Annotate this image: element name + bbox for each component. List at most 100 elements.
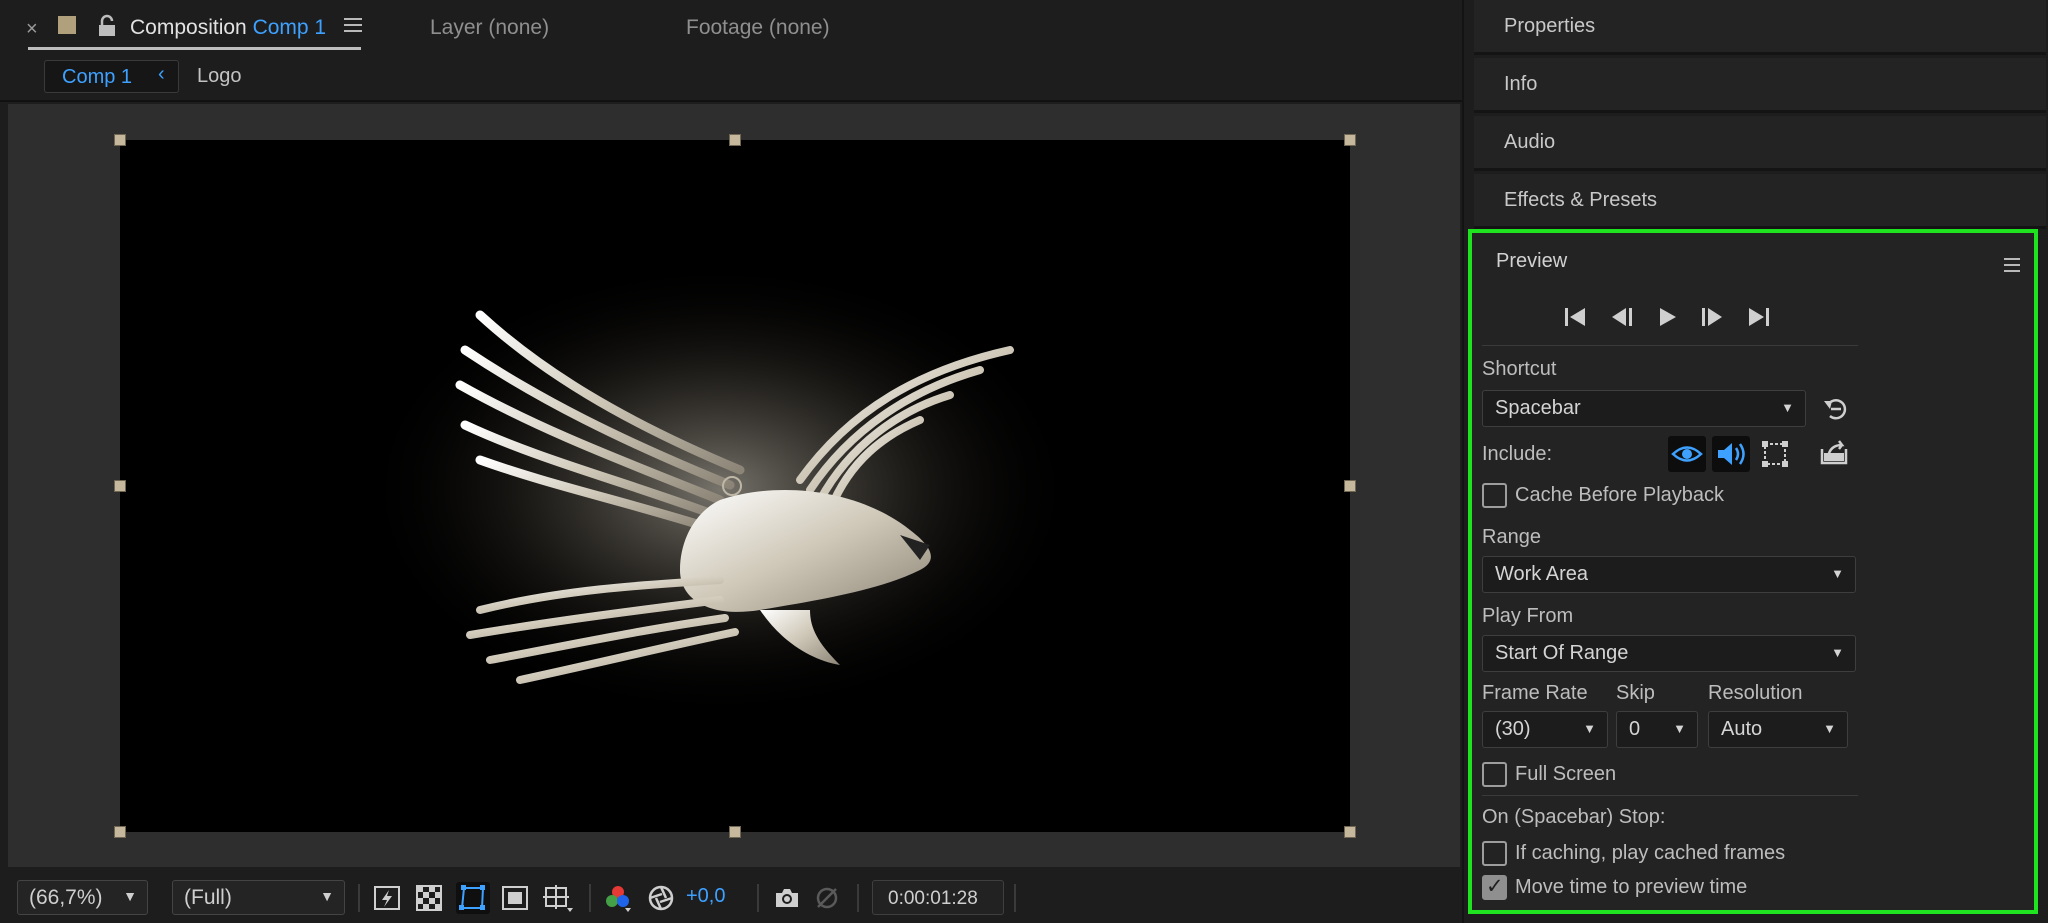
layer-tab[interactable]: Layer (none) <box>430 16 549 40</box>
bounding-handle[interactable] <box>1344 134 1356 146</box>
play-icon[interactable] <box>1652 303 1682 331</box>
next-frame-icon[interactable] <box>1698 303 1728 331</box>
bounding-handle[interactable] <box>729 826 741 838</box>
resolution-select[interactable]: Auto ▼ <box>1708 711 1848 748</box>
play-from-label: Play From <box>1482 605 1574 627</box>
last-frame-icon[interactable] <box>1744 303 1774 331</box>
range-value: Work Area <box>1495 563 1588 585</box>
chevron-down-icon: ▼ <box>1831 566 1844 581</box>
resolution-label: Resolution <box>1708 682 1803 704</box>
chevron-down-icon: ▼ <box>320 888 334 904</box>
include-overlays-icon[interactable] <box>1756 436 1794 472</box>
region-of-interest-icon[interactable] <box>500 883 530 913</box>
reset-exposure-icon[interactable] <box>646 883 676 913</box>
preview-panel: Preview Shortcut Spacebar ▼ Include: Cac… <box>1468 229 2038 914</box>
cache-before-playback-checkbox[interactable] <box>1482 483 1507 508</box>
guides-options-icon[interactable] <box>541 883 575 913</box>
export-preview-icon[interactable] <box>1818 437 1850 467</box>
close-tab-icon[interactable]: × <box>26 18 38 41</box>
skip-select[interactable]: 0 ▼ <box>1616 711 1698 748</box>
eagle-logo-image <box>360 260 1080 720</box>
composition-viewer[interactable] <box>8 104 1460 867</box>
composition-tab[interactable]: Composition Comp 1 <box>130 16 326 40</box>
chevron-down-icon: ▼ <box>1823 721 1836 736</box>
breadcrumb-logo[interactable]: Logo <box>197 65 242 88</box>
transparency-grid-icon[interactable] <box>414 883 444 913</box>
audio-panel-header[interactable]: Audio <box>1474 116 2046 171</box>
info-panel-title: Info <box>1504 73 1538 95</box>
color-channels-icon[interactable] <box>603 883 633 913</box>
shortcut-select[interactable]: Spacebar ▼ <box>1482 390 1806 427</box>
move-time-checkbox[interactable] <box>1482 874 1507 900</box>
divider <box>1482 795 1858 796</box>
preview-resolution-value: Auto <box>1721 718 1763 740</box>
comp-color-swatch-icon[interactable] <box>58 16 76 34</box>
composition-panel: × Composition Comp 1 Layer (none) Footag… <box>0 0 1462 923</box>
resolution-value: (Full) <box>184 886 232 909</box>
toolbar-divider <box>757 884 759 912</box>
info-panel-header[interactable]: Info <box>1474 58 2046 113</box>
chevron-down-icon: ▼ <box>1583 721 1596 736</box>
shortcut-value: Spacebar <box>1495 397 1581 419</box>
composition-tab-name: Comp 1 <box>252 16 327 39</box>
bounding-handle[interactable] <box>114 480 126 492</box>
unlock-icon[interactable] <box>96 14 118 38</box>
shortcut-label: Shortcut <box>1482 358 1557 380</box>
effects-presets-panel-title: Effects & Presets <box>1504 189 1658 211</box>
properties-panel-title: Properties <box>1504 15 1596 37</box>
skip-value: 0 <box>1629 718 1641 740</box>
if-caching-checkbox[interactable] <box>1482 841 1507 866</box>
chevron-down-icon: ▼ <box>1831 645 1844 660</box>
exposure-value[interactable]: +0,0 <box>686 885 725 908</box>
comp-canvas[interactable] <box>120 140 1350 832</box>
panel-tab-bar: × Composition Comp 1 Layer (none) Footag… <box>0 0 1462 58</box>
include-video-eye-icon[interactable] <box>1668 436 1706 472</box>
previous-frame-icon[interactable] <box>1606 303 1636 331</box>
snapshot-camera-icon[interactable] <box>772 883 802 913</box>
properties-panel-header[interactable]: Properties <box>1474 0 2046 55</box>
show-snapshot-icon[interactable] <box>812 883 842 913</box>
play-from-value: Start Of Range <box>1495 642 1629 664</box>
toolbar-divider <box>358 884 360 912</box>
panel-menu-icon[interactable] <box>2004 258 2020 274</box>
frame-rate-label: Frame Rate <box>1482 682 1588 704</box>
reset-shortcut-icon[interactable] <box>1822 395 1850 423</box>
mask-path-visibility-icon[interactable] <box>456 882 490 914</box>
bounding-handle[interactable] <box>1344 480 1356 492</box>
chevron-down-icon: ▼ <box>123 888 137 904</box>
include-audio-speaker-icon[interactable] <box>1712 436 1750 472</box>
footage-tab[interactable]: Footage (none) <box>686 16 830 40</box>
frame-rate-value: (30) <box>1495 718 1531 740</box>
zoom-value: (66,7%) <box>29 886 103 909</box>
full-screen-checkbox[interactable] <box>1482 762 1507 787</box>
panel-menu-icon[interactable] <box>344 18 362 34</box>
full-screen-label: Full Screen <box>1515 763 1617 785</box>
toolbar-divider <box>1014 884 1016 912</box>
bounding-handle[interactable] <box>114 826 126 838</box>
chevron-down-icon: ▼ <box>1781 400 1794 415</box>
bounding-handle[interactable] <box>729 134 741 146</box>
bounding-handle[interactable] <box>114 134 126 146</box>
chevron-down-icon: ▼ <box>1673 721 1686 736</box>
audio-panel-title: Audio <box>1504 131 1556 153</box>
range-select[interactable]: Work Area ▼ <box>1482 556 1856 593</box>
active-tab-underline <box>28 47 361 50</box>
current-time-display[interactable]: 0:00:01:28 <box>872 880 1004 915</box>
bounding-handle[interactable] <box>1344 826 1356 838</box>
breadcrumb-current-label: Comp 1 <box>62 66 133 88</box>
first-frame-icon[interactable] <box>1560 303 1590 331</box>
include-label: Include: <box>1482 443 1553 465</box>
toolbar-divider <box>589 884 591 912</box>
preview-panel-title: Preview <box>1496 250 1568 272</box>
range-label: Range <box>1482 526 1541 548</box>
zoom-select[interactable]: (66,7%) ▼ <box>17 880 148 915</box>
viewer-toolbar: (66,7%) ▼ (Full) ▼ +0,0 0:00:01:28 <box>0 874 1462 923</box>
resolution-select[interactable]: (Full) ▼ <box>172 880 345 915</box>
toolbar-divider <box>857 884 859 912</box>
breadcrumb: Comp 1 ‹ Logo <box>0 58 1462 102</box>
effects-presets-panel-header[interactable]: Effects & Presets <box>1474 174 2046 229</box>
skip-label: Skip <box>1616 682 1655 704</box>
play-from-select[interactable]: Start Of Range ▼ <box>1482 635 1856 672</box>
fast-previews-icon[interactable] <box>372 883 402 913</box>
frame-rate-select[interactable]: (30) ▼ <box>1482 711 1608 748</box>
